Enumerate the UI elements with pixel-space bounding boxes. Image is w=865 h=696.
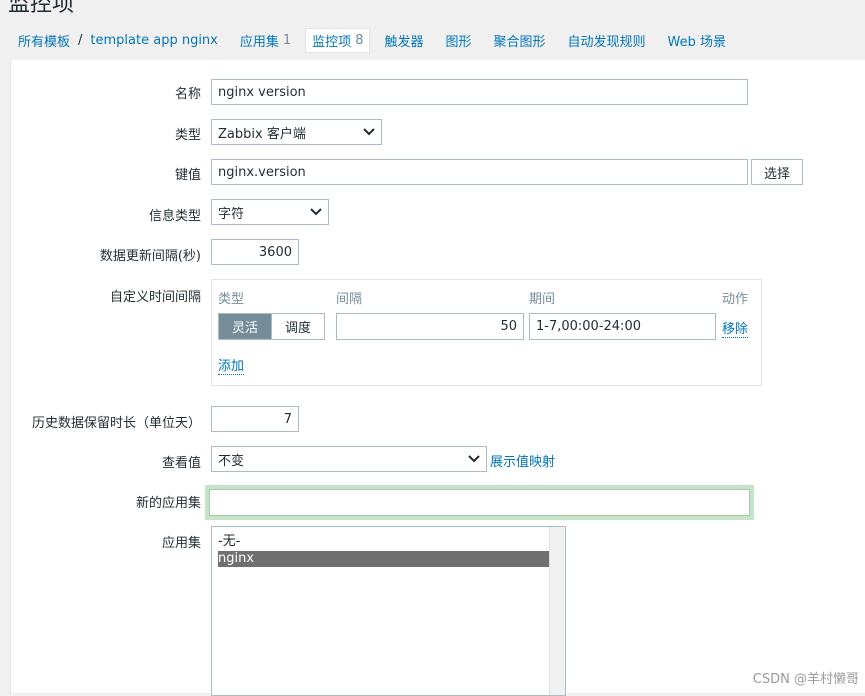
- breadcrumb-template[interactable]: template app nginx: [90, 33, 217, 48]
- type-label: 类型: [174, 128, 201, 143]
- key-input[interactable]: nginx.version: [211, 159, 748, 185]
- mode-flexible-button[interactable]: 灵活: [219, 314, 272, 339]
- tab-web-scenarios[interactable]: Web 场景: [668, 31, 726, 50]
- tab-discovery-rules[interactable]: 自动发现规则: [568, 31, 646, 50]
- col-interval-header: 间隔: [336, 292, 363, 307]
- interval-mode-toggle: 灵活 调度: [218, 313, 326, 340]
- add-interval-link[interactable]: 添加: [218, 355, 245, 375]
- watermark: CSDN @羊村懒哥: [752, 672, 859, 687]
- tab-items[interactable]: 监控项 8: [305, 27, 371, 53]
- mode-scheduling-button[interactable]: 调度: [271, 314, 325, 339]
- custom-intervals-label: 自定义时间间隔: [109, 290, 201, 305]
- key-label: 键值: [174, 168, 201, 183]
- show-value-select-value: 不变: [218, 453, 245, 469]
- chevron-down-icon: [363, 125, 375, 139]
- type-select[interactable]: Zabbix 客户端: [211, 119, 382, 145]
- info-type-select-value: 字符: [218, 206, 245, 222]
- application-option-none[interactable]: -无-: [218, 534, 549, 550]
- update-interval-input[interactable]: 3600: [211, 239, 299, 265]
- new-application-focus-ring: [205, 485, 754, 520]
- history-label: 历史数据保留时长（单位天）: [31, 416, 201, 431]
- tab-items-label: 监控项: [312, 34, 352, 50]
- name-input[interactable]: nginx version: [211, 79, 748, 105]
- tab-triggers[interactable]: 触发器: [384, 31, 423, 50]
- col-period-header: 期间: [529, 292, 556, 307]
- new-application-label: 新的应用集: [135, 496, 201, 511]
- new-application-input[interactable]: [209, 489, 750, 516]
- name-label: 名称: [174, 87, 201, 102]
- listbox-scrollbar[interactable]: [549, 527, 565, 695]
- tab-applications-label: 应用集: [239, 34, 279, 50]
- applications-label: 应用集: [161, 536, 201, 551]
- breadcrumb-separator: /: [78, 32, 83, 48]
- info-type-select[interactable]: 字符: [211, 199, 329, 225]
- tab-graphs[interactable]: 图形: [445, 31, 471, 50]
- chevron-down-icon: [468, 452, 480, 466]
- period-input[interactable]: 1-7,00:00-24:00: [529, 313, 716, 340]
- applications-listbox[interactable]: -无- nginx: [211, 526, 566, 696]
- breadcrumb-all-templates[interactable]: 所有模板: [18, 31, 70, 50]
- tab-applications-count: 1: [282, 32, 292, 48]
- tab-items-count: 8: [355, 32, 364, 48]
- custom-intervals-table: 类型 间隔 期间 动作 灵活 调度 50 1-7,00:00-24:00 移除 …: [211, 279, 762, 386]
- value-mapping-link[interactable]: 展示值映射: [490, 451, 555, 470]
- tab-applications[interactable]: 应用集 1: [240, 31, 291, 50]
- update-interval-label: 数据更新间隔(秒): [99, 249, 201, 264]
- page-title: 监控项: [8, 0, 75, 17]
- application-option-nginx[interactable]: nginx: [218, 551, 549, 567]
- col-action-header: 动作: [722, 292, 749, 307]
- navigation-bar: 所有模板 / template app nginx 应用集 1 监控项 8 触发…: [0, 24, 865, 56]
- chevron-down-icon: [310, 205, 322, 219]
- key-select-button[interactable]: 选择: [751, 159, 804, 185]
- item-form: 名称 nginx version 类型 Zabbix 客户端 键值 nginx.…: [10, 60, 865, 696]
- col-type-header: 类型: [218, 292, 245, 307]
- type-select-value: Zabbix 客户端: [218, 126, 306, 142]
- remove-interval-link[interactable]: 移除: [722, 318, 749, 338]
- info-type-label: 信息类型: [148, 209, 201, 224]
- show-value-label: 查看值: [161, 456, 201, 471]
- tab-screens[interactable]: 聚合图形: [494, 31, 546, 50]
- interval-input[interactable]: 50: [336, 313, 524, 340]
- show-value-select[interactable]: 不变: [211, 446, 487, 472]
- history-input[interactable]: 7: [211, 406, 299, 432]
